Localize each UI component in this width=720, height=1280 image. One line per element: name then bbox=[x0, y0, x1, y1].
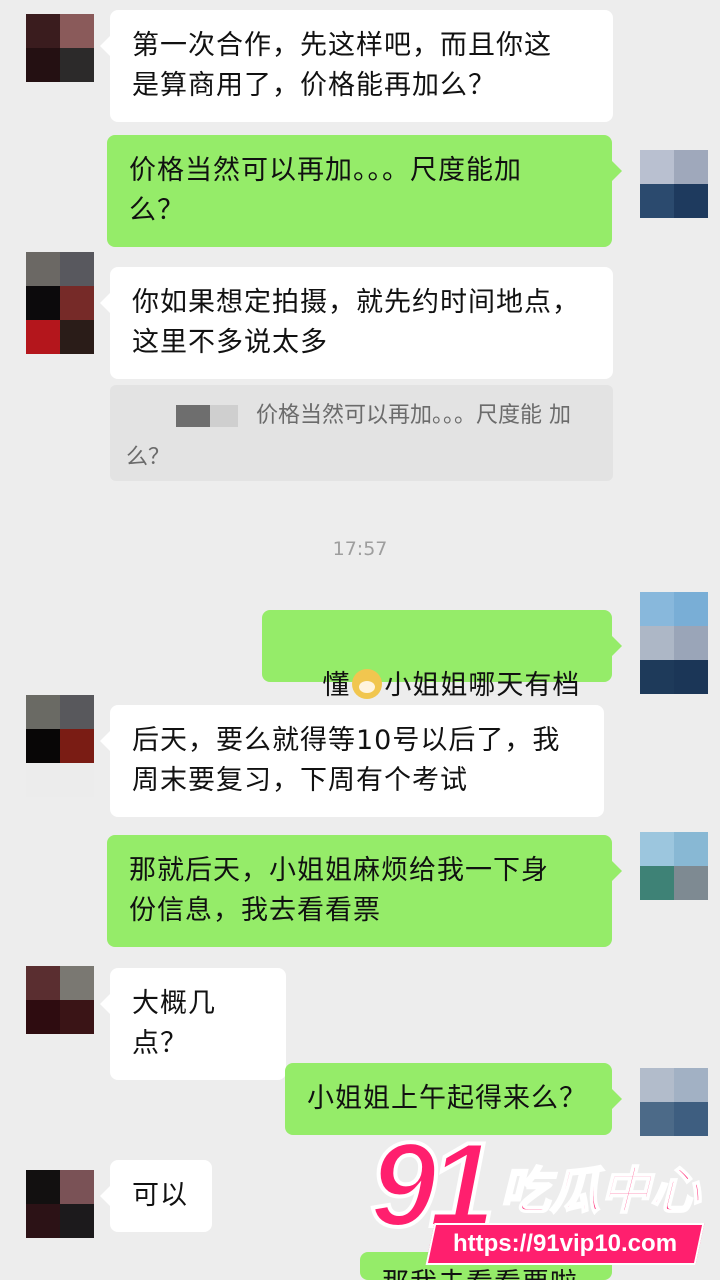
message-incoming[interactable]: 第一次合作，先这样吧，而且你这 是算商用了，价格能再加么？ bbox=[100, 10, 613, 122]
contact-avatar[interactable] bbox=[26, 695, 94, 797]
message-outgoing[interactable]: 价格当然可以再加。。。尺度能加 么？ bbox=[107, 135, 622, 247]
message-incoming[interactable]: 大概几点？ bbox=[100, 968, 286, 1080]
watermark-name: 吃瓜中心 bbox=[499, 1162, 701, 1220]
watermark-url-banner: https://91vip10.com bbox=[425, 1223, 705, 1265]
watermark-logo: 91 吃瓜中心 https://91vip10.com bbox=[368, 1123, 710, 1275]
message-incoming[interactable]: 可以 bbox=[100, 1160, 212, 1232]
my-avatar[interactable] bbox=[640, 150, 708, 218]
watermark-url: https://91vip10.com bbox=[452, 1230, 678, 1257]
message-incoming[interactable]: 你如果想定拍摄，就先约时间地点， 这里不多说太多 bbox=[100, 267, 613, 379]
quoted-sender-blurred bbox=[126, 405, 246, 427]
doge-emoji-icon bbox=[352, 669, 383, 699]
contact-avatar[interactable] bbox=[26, 14, 94, 82]
message-outgoing[interactable]: 懂小姐姐哪天有档期 bbox=[262, 610, 622, 741]
timestamp: 17:57 bbox=[332, 538, 388, 560]
my-avatar[interactable] bbox=[640, 592, 708, 694]
quoted-message[interactable]: 价格当然可以再加。。。尺度能 加么？ bbox=[110, 385, 613, 481]
chat-window: 第一次合作，先这样吧，而且你这 是算商用了，价格能再加么？ 价格当然可以再加。。… bbox=[0, 0, 720, 1280]
message-outgoing[interactable]: 那就后天，小姐姐麻烦给我一下身 份信息，我去看看票 bbox=[107, 835, 622, 947]
my-avatar[interactable] bbox=[640, 832, 708, 900]
message-incoming[interactable]: 后天，要么就得等10号以后了，我 周末要复习，下周有个考试 bbox=[100, 705, 604, 817]
contact-avatar[interactable] bbox=[26, 252, 94, 354]
message-text: 懂 bbox=[322, 670, 351, 701]
contact-avatar[interactable] bbox=[26, 966, 94, 1034]
contact-avatar[interactable] bbox=[26, 1170, 94, 1238]
